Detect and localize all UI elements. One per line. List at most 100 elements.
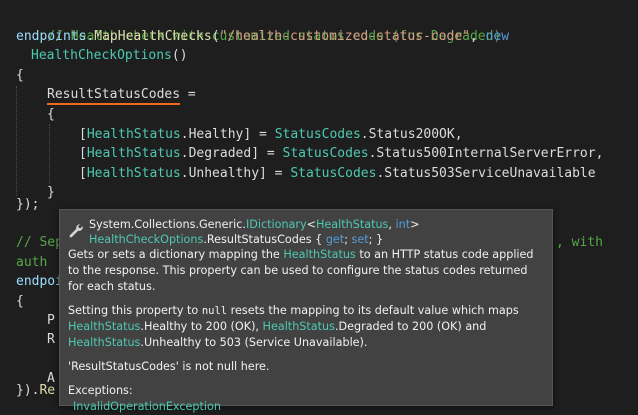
- punctuation: >: [410, 218, 420, 231]
- punctuation: ; }: [368, 233, 384, 246]
- code-line-close-call-2: }).Re: [16, 381, 55, 401]
- tooltip-exceptions: Exceptions: InvalidOperationException: [68, 383, 544, 415]
- identifier-endpoints: endpoi: [16, 274, 63, 290]
- type-name: HealthStatus: [86, 146, 181, 162]
- signature-line-2: HealthCheckOptions.ResultStatusCodes { g…: [89, 232, 544, 247]
- type-name: StatusCodes: [274, 126, 361, 142]
- code-line-partial: P: [47, 311, 55, 331]
- type-link[interactable]: HealthStatus: [316, 218, 388, 231]
- member-name: .Unhealthy: [180, 165, 260, 181]
- code-line-map-row: [HealthStatus.Degraded] = StatusCodes.St…: [79, 144, 603, 164]
- punctuation: }).: [16, 383, 40, 398]
- punctuation: ;: [344, 233, 352, 246]
- code-line-result-status-codes: ResultStatusCodes =: [47, 85, 196, 106]
- member-name: .Degraded: [180, 146, 252, 162]
- member-name: .Status503ServiceUnavailable: [376, 165, 596, 181]
- keyword-set: set: [351, 233, 369, 246]
- punctuation: });: [16, 197, 40, 212]
- brace: {: [47, 107, 55, 122]
- code-line-comment-2-tail: , with: [556, 233, 603, 253]
- code-line-endpoints: endpoi: [16, 272, 63, 292]
- string-literal: "/health-customized-status-code": [219, 28, 470, 44]
- code-line-close-call: });: [16, 195, 39, 215]
- code-line-options-ctor: HealthCheckOptions(): [31, 46, 188, 66]
- code-line-open-brace: {: [47, 105, 55, 125]
- tooltip-nullable-state: 'ResultStatusCodes' is not null here.: [68, 360, 270, 373]
- type-link[interactable]: HealthCheckOptions: [89, 233, 203, 246]
- indent-guide: [16, 86, 17, 196]
- type-name: HealthStatus: [86, 126, 181, 142]
- tooltip-remarks: Setting this property to null resets the…: [68, 303, 544, 351]
- code-line-comment-3: auth: [16, 253, 47, 273]
- type-link[interactable]: HealthStatus: [283, 248, 355, 261]
- identifier-endpoints: endpoints: [16, 28, 87, 44]
- punctuation: [: [79, 165, 87, 181]
- punctuation: =: [180, 87, 196, 103]
- punctuation: ,: [469, 28, 486, 44]
- tooltip-signature: System.Collections.Generic.IDictionary<H…: [68, 217, 544, 247]
- wrench-icon: [69, 223, 83, 238]
- punctuation: <: [306, 218, 316, 231]
- brace: {: [16, 67, 24, 83]
- punctuation: ,: [454, 126, 463, 142]
- member-name: .Status500InternalServerError: [368, 146, 596, 162]
- punctuation: ] =: [251, 146, 283, 162]
- brace: }: [47, 185, 55, 201]
- code-line-map-health-checks: endpoints.MapHealthChecks("/health-custo…: [16, 27, 509, 47]
- type-name: HealthCheckOptions: [31, 48, 172, 64]
- code-text: R: [47, 332, 55, 347]
- code-line-comment: // Health check with customized status c…: [16, 7, 501, 44]
- punctuation: (): [171, 48, 188, 64]
- type-name: StatusCodes: [282, 146, 369, 162]
- type-name: HealthStatus: [86, 165, 181, 181]
- code-line-partial: R: [47, 330, 55, 350]
- type-link[interactable]: HealthStatus: [68, 320, 140, 333]
- signature-line-1: System.Collections.Generic.IDictionary<H…: [89, 217, 544, 232]
- interface-link[interactable]: IDictionary: [246, 218, 307, 231]
- keyword-int: int: [395, 218, 411, 231]
- type-name: StatusCodes: [290, 165, 377, 181]
- remarks-text: resets the mapping to its default value …: [227, 304, 519, 317]
- member-name: .Status200OK: [360, 126, 455, 142]
- method-name: Re: [39, 383, 56, 398]
- comment-text: auth: [16, 254, 48, 270]
- punctuation: ,: [388, 218, 396, 231]
- remarks-text: .Degraded to 200 (OK) and: [334, 320, 487, 333]
- type-link[interactable]: HealthStatus: [68, 336, 140, 349]
- punctuation: ] =: [243, 126, 275, 142]
- exceptions-label: Exceptions:: [68, 384, 133, 397]
- tooltip-summary: Gets or sets a dictionary mapping the He…: [68, 247, 544, 295]
- summary-text: Gets or sets a dictionary mapping the: [68, 248, 284, 261]
- code-line-open-brace: {: [16, 292, 24, 312]
- remarks-text: .Healthy to 200 (OK),: [140, 320, 263, 333]
- indent-guide: [49, 124, 50, 186]
- punctuation: [: [79, 146, 87, 162]
- comment-text: // Sep: [16, 235, 63, 250]
- keyword-get: get: [325, 233, 345, 246]
- code-text: P: [47, 313, 55, 329]
- remarks-text: Setting this property to: [68, 304, 202, 317]
- code-line-comment-2: // Sep: [16, 233, 63, 253]
- exception-type-link[interactable]: InvalidOperationException: [73, 400, 221, 413]
- code-null: null: [201, 305, 228, 317]
- comment-text: , with: [556, 235, 603, 250]
- exception-item: InvalidOperationException: [68, 399, 544, 415]
- namespace-text: System.Collections.Generic.: [89, 218, 246, 231]
- property-result-status-codes[interactable]: ResultStatusCodes: [47, 87, 181, 106]
- member-text: .ResultStatusCodes {: [203, 233, 326, 246]
- remarks-text: .Unhealthy to 503 (Service Unavailable).: [140, 336, 368, 349]
- punctuation: (: [211, 28, 220, 44]
- code-line-map-row: [HealthStatus.Unhealthy] = StatusCodes.S…: [79, 164, 596, 184]
- code-line-map-row: [HealthStatus.Healthy] = StatusCodes.Sta…: [79, 125, 463, 145]
- quick-info-tooltip: System.Collections.Generic.IDictionary<H…: [59, 209, 553, 413]
- type-link[interactable]: HealthStatus: [263, 320, 335, 333]
- code-line-open-brace: {: [16, 66, 24, 86]
- keyword-new: new: [485, 28, 510, 44]
- punctuation: ,: [595, 146, 604, 162]
- punctuation: [: [79, 126, 87, 142]
- method-name: MapHealthChecks: [94, 28, 212, 44]
- brace: {: [16, 293, 24, 309]
- member-name: .Healthy: [180, 126, 244, 142]
- punctuation: ] =: [259, 165, 291, 181]
- code-line-close-brace: }: [47, 183, 55, 203]
